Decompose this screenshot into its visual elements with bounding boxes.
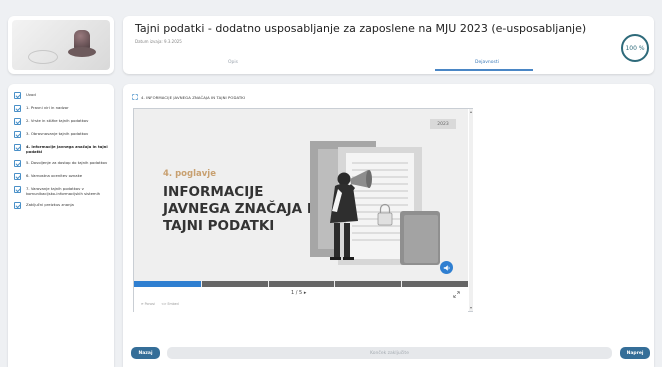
sidebar-item-label: Uvod [26, 92, 36, 97]
sidebar-item-label: 6. Varnostna ocenitev oznake [26, 173, 83, 178]
presentation-player[interactable]: 2023 4. poglavje INFORMACIJE JAVNEGA ZNA… [133, 108, 473, 313]
checkbox-checked-icon [14, 144, 21, 151]
embed-link[interactable]: <> Embed [161, 302, 178, 306]
section-header: 4. INFORMACIJE JAVNEGA ZNAČAJA IN TAJNI … [132, 94, 245, 100]
checkbox-checked-icon [14, 173, 21, 180]
slide-canvas: 2023 4. poglavje INFORMACIJE JAVNEGA ZNA… [134, 109, 468, 293]
checkbox-checked-icon [14, 160, 21, 167]
slide-page-indicator[interactable]: 1 / 5 ▸ [291, 290, 306, 296]
checkbox-checked-icon [14, 92, 21, 99]
sidebar-item-vrste[interactable]: 2. Vrste in stižke tajnih podatkov [8, 115, 114, 128]
expand-icon[interactable] [132, 94, 138, 100]
sidebar-item-obravnavanje[interactable]: 3. Obravnavanje tajnih podatkov [8, 128, 114, 141]
sidebar-item-label: 5. Dovoljenje za dostop do tajnih podatk… [26, 160, 108, 165]
sidebar-item-preizkus[interactable]: Zaključni preizkus znanja [8, 199, 114, 212]
checkbox-checked-icon [14, 105, 21, 112]
sidebar-lesson-list: Uvod 1. Pravni viri in nadzor 2. Vrste i… [8, 84, 114, 367]
sidebar-item-pravni-viri[interactable]: 1. Pravni viri in nadzor [8, 102, 114, 115]
sidebar-item-label: 1. Pravni viri in nadzor [26, 105, 69, 110]
checkbox-checked-icon [14, 202, 21, 209]
checkbox-checked-icon [14, 186, 21, 193]
next-button[interactable]: Naprej [620, 347, 650, 359]
course-date: Datum izvaja: 9.3.2025 [135, 39, 182, 44]
sidebar-item-label: 4. Informacije javnega značaja in tajni … [26, 144, 108, 154]
sidebar-item-label: 3. Obravnavanje tajnih podatkov [26, 131, 89, 136]
active-tab-underline [435, 69, 533, 71]
sidebar-item-ocenitev[interactable]: 6. Varnostna ocenitev oznake [8, 170, 114, 183]
course-tabs: Opis Dejavnosti [123, 56, 654, 74]
sidebar-item-dovoljenje[interactable]: 5. Dovoljenje za dostop do tajnih podatk… [8, 157, 114, 170]
main-content: 4. INFORMACIJE JAVNEGA ZNAČAJA IN TAJNI … [123, 84, 654, 367]
player-scrollbar[interactable] [469, 109, 473, 311]
section-title: 4. INFORMACIJE JAVNEGA ZNAČAJA IN TAJNI … [141, 94, 246, 100]
course-title: Tajni podatki - dodatno usposabljanje za… [135, 22, 587, 35]
player-controls: 1 / 5 ▸ ⟳ Ponovi <> Embed [134, 287, 468, 313]
stamp-print-graphic [28, 50, 58, 64]
progress-value: 100 % [625, 44, 645, 52]
course-thumbnail-card [8, 16, 114, 74]
sidebar-item-label: Zaključni preizkus znanja [26, 202, 74, 207]
scroll-down-icon[interactable] [469, 307, 472, 309]
course-header: Tajni podatki - dodatno usposabljanje za… [123, 16, 654, 74]
checkbox-checked-icon [14, 131, 21, 138]
sidebar-item-label: 2. Vrste in stižke tajnih podatkov [26, 118, 89, 123]
sidebar-item-label: 7. Varovanje tajnih podatkov v komunikac… [26, 186, 101, 196]
megaphone-woman-illustration [310, 141, 440, 265]
finish-button[interactable]: Konček zaključite [167, 347, 612, 359]
sidebar-item-varovanje[interactable]: 7. Varovanje tajnih podatkov v komunikac… [8, 183, 114, 199]
fullscreen-icon[interactable] [453, 291, 460, 298]
replay-link[interactable]: ⟳ Ponovi [141, 302, 155, 306]
sidebar-item-uvod[interactable]: Uvod [8, 89, 114, 102]
back-button[interactable]: Nazaj [131, 347, 160, 359]
chapter-label: 4. poglavje [163, 169, 216, 179]
checkbox-checked-icon [14, 118, 21, 125]
volume-icon[interactable] [440, 261, 453, 274]
tab-opis[interactable]: Opis [228, 60, 238, 65]
tab-dejavnosti[interactable]: Dejavnosti [475, 60, 499, 65]
scroll-up-icon[interactable] [469, 111, 472, 113]
progress-ring: 100 % [621, 34, 649, 62]
player-footer-links: ⟳ Ponovi <> Embed [141, 302, 179, 306]
year-badge: 2023 [430, 119, 456, 129]
sidebar-item-informacije[interactable]: 4. Informacije javnega značaja in tajni … [8, 141, 114, 157]
course-thumbnail-image [12, 20, 110, 70]
stamp-base-graphic [68, 47, 96, 57]
